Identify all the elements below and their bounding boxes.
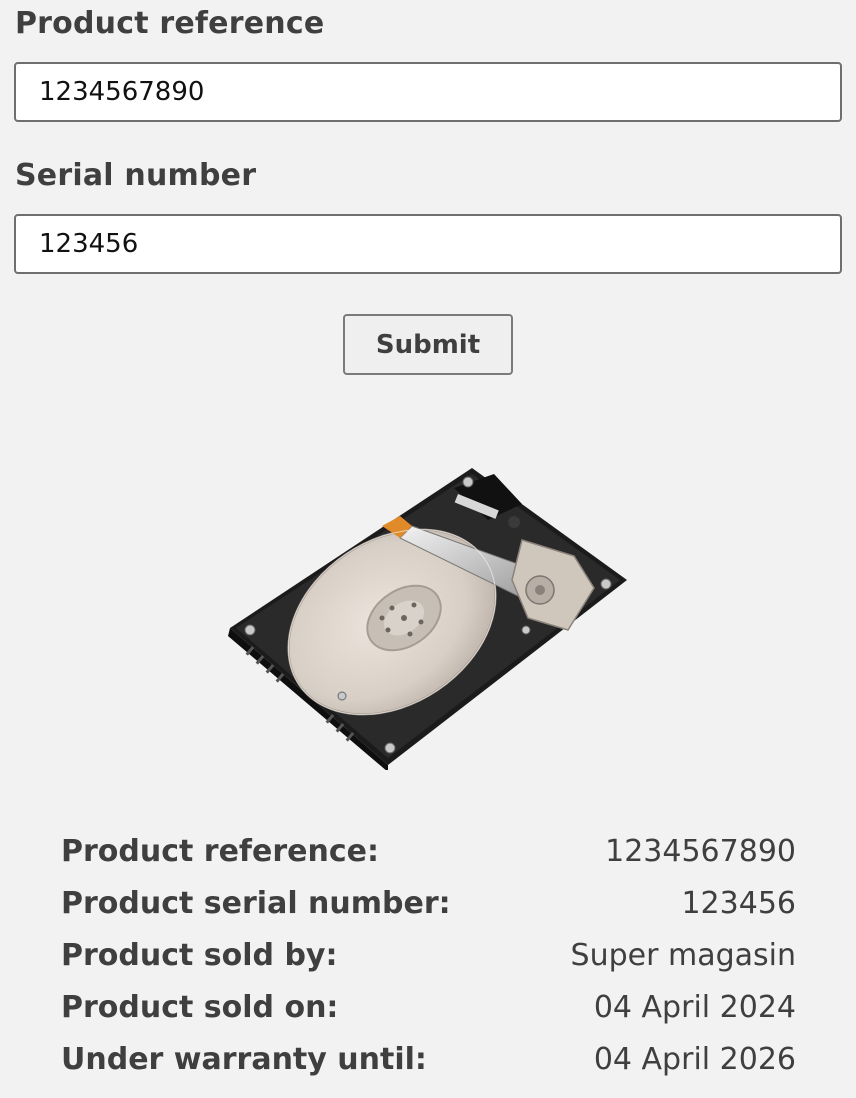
hard-drive-image xyxy=(228,468,627,770)
detail-row-product-reference: Product reference: 1234567890 xyxy=(61,826,796,878)
serial-number-input[interactable] xyxy=(14,214,842,274)
detail-label: Product sold by: xyxy=(61,938,338,973)
detail-label: Product sold on: xyxy=(61,990,339,1025)
detail-value: 123456 xyxy=(681,886,796,921)
submit-button[interactable]: Submit xyxy=(343,314,513,375)
detail-row-sold-on: Product sold on: 04 April 2024 xyxy=(61,982,796,1034)
detail-value: 04 April 2024 xyxy=(593,990,796,1025)
detail-label: Product reference: xyxy=(61,834,379,869)
detail-row-sold-by: Product sold by: Super magasin xyxy=(61,930,796,982)
detail-value: Super magasin xyxy=(570,938,796,973)
detail-row-serial-number: Product serial number: 123456 xyxy=(61,878,796,930)
detail-label: Product serial number: xyxy=(61,886,451,921)
product-reference-input[interactable] xyxy=(14,62,842,122)
product-reference-label: Product reference xyxy=(15,6,325,41)
detail-value: 04 April 2026 xyxy=(593,1042,796,1077)
detail-value: 1234567890 xyxy=(605,834,796,869)
detail-row-warranty-until: Under warranty until: 04 April 2026 xyxy=(61,1034,796,1086)
warranty-check-page: Product reference Serial number Submit xyxy=(0,0,856,1098)
detail-label: Under warranty until: xyxy=(61,1042,427,1077)
product-details: Product reference: 1234567890 Product se… xyxy=(61,826,796,1086)
serial-number-label: Serial number xyxy=(15,158,257,193)
